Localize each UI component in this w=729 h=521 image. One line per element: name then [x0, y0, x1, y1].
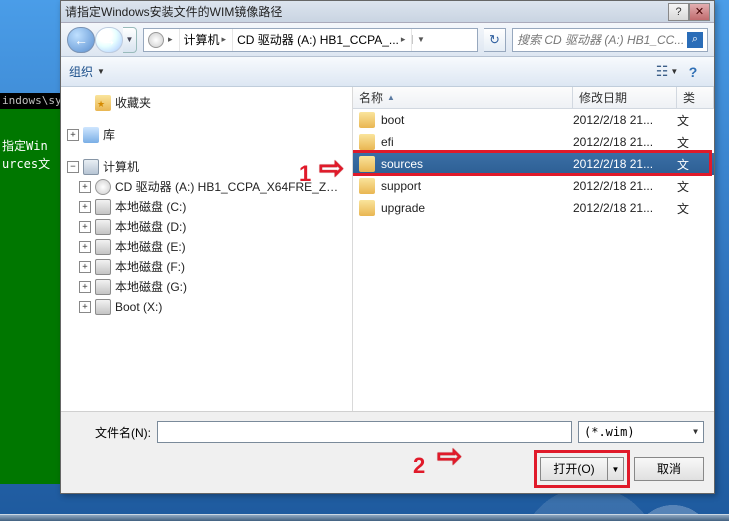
- expand-computer[interactable]: −: [67, 161, 79, 173]
- bg-installer-window: 指定Win urces文: [0, 109, 60, 484]
- expand-cd[interactable]: +: [79, 181, 91, 193]
- open-button-drop[interactable]: ▼: [608, 457, 624, 481]
- titlebar[interactable]: 请指定Windows安装文件的WIM镜像路径 ? ✕: [61, 1, 714, 23]
- expand-g[interactable]: +: [79, 281, 91, 293]
- help-icon-button[interactable]: ?: [680, 61, 706, 83]
- view-icon: ☷: [656, 63, 669, 80]
- bottom-panel: 文件名(N): (*.wim)▼ 打开(O) ▼ 取消: [61, 411, 714, 493]
- expand-x[interactable]: +: [79, 301, 91, 313]
- expand-library[interactable]: +: [67, 129, 79, 141]
- folder-icon: [359, 156, 375, 172]
- col-name[interactable]: 名称▲: [353, 87, 573, 108]
- nav-toolbar: ← → ▼ ▸ 计算机▸ CD 驱动器 (A:) HB1_CCPA_...▸ ▼…: [61, 23, 714, 57]
- column-headers[interactable]: 名称▲ 修改日期 类: [353, 87, 714, 109]
- library-icon: [83, 127, 99, 143]
- address-drop[interactable]: ▼: [412, 35, 428, 44]
- expand-d[interactable]: +: [79, 221, 91, 233]
- tree-disk-g[interactable]: + 本地磁盘 (G:): [67, 277, 346, 297]
- organize-toolbar: 组织▼ ☷▼ ?: [61, 57, 714, 87]
- open-button[interactable]: 打开(O): [540, 457, 608, 481]
- address-bar[interactable]: ▸ 计算机▸ CD 驱动器 (A:) HB1_CCPA_...▸ ▼: [143, 28, 478, 52]
- folder-icon: [359, 178, 375, 194]
- col-date[interactable]: 修改日期: [573, 87, 677, 108]
- file-row-boot[interactable]: boot 2012/2/18 21... 文: [353, 109, 714, 131]
- taskbar[interactable]: [0, 514, 729, 521]
- search-placeholder: 搜索 CD 驱动器 (A:) HB1_CC...: [517, 31, 687, 48]
- filename-input[interactable]: [157, 421, 572, 443]
- tree-disk-e[interactable]: + 本地磁盘 (E:): [67, 237, 346, 257]
- search-input[interactable]: 搜索 CD 驱动器 (A:) HB1_CC... ⌕: [512, 28, 708, 52]
- computer-icon: [83, 159, 99, 175]
- tree-library[interactable]: + 库: [67, 125, 346, 145]
- favorites-icon: [95, 95, 111, 111]
- sort-asc-icon: ▲: [387, 93, 395, 102]
- drive-icon-g: [95, 279, 111, 295]
- expand-f[interactable]: +: [79, 261, 91, 273]
- folder-icon: [359, 134, 375, 150]
- file-open-dialog: 请指定Windows安装文件的WIM镜像路径 ? ✕ ← → ▼ ▸ 计算机▸ …: [60, 0, 715, 494]
- cancel-button[interactable]: 取消: [634, 457, 704, 481]
- expand-e[interactable]: +: [79, 241, 91, 253]
- nav-back-button[interactable]: ←: [67, 27, 95, 53]
- refresh-button[interactable]: ↻: [484, 28, 506, 52]
- col-type[interactable]: 类: [677, 87, 714, 108]
- tree-disk-d[interactable]: + 本地磁盘 (D:): [67, 217, 346, 237]
- organize-menu[interactable]: 组织▼: [69, 63, 105, 80]
- tree-favorites[interactable]: 收藏夹: [67, 93, 346, 113]
- tree-disk-f[interactable]: + 本地磁盘 (F:): [67, 257, 346, 277]
- help-button[interactable]: ?: [668, 3, 689, 21]
- drive-icon-f: [95, 259, 111, 275]
- file-row-efi[interactable]: efi 2012/2/18 21... 文: [353, 131, 714, 153]
- tree-computer[interactable]: − 计算机: [67, 157, 346, 177]
- drive-icon-d: [95, 219, 111, 235]
- nav-history-drop[interactable]: ▼: [123, 27, 137, 53]
- view-mode-button[interactable]: ☷▼: [654, 61, 680, 83]
- filetype-dropdown[interactable]: (*.wim)▼: [578, 421, 704, 443]
- breadcrumb-drive[interactable]: CD 驱动器 (A:) HB1_CCPA_...▸: [233, 29, 412, 51]
- filename-label: 文件名(N):: [71, 424, 151, 441]
- bg-line1: 指定Win: [2, 137, 58, 155]
- expand-c[interactable]: +: [79, 201, 91, 213]
- tree-boot-x[interactable]: + Boot (X:): [67, 297, 346, 317]
- file-rows[interactable]: boot 2012/2/18 21... 文 efi 2012/2/18 21.…: [353, 109, 714, 411]
- folder-icon: [359, 200, 375, 216]
- tree-cd-drive[interactable]: + CD 驱动器 (A:) HB1_CCPA_X64FRE_ZH-CN_D\: [67, 177, 346, 197]
- file-list-pane: 名称▲ 修改日期 类 boot 2012/2/18 21... 文 efi 20…: [353, 87, 714, 411]
- close-button[interactable]: ✕: [689, 3, 710, 21]
- file-row-support[interactable]: support 2012/2/18 21... 文: [353, 175, 714, 197]
- tree-disk-c[interactable]: + 本地磁盘 (C:): [67, 197, 346, 217]
- drive-icon-x: [95, 299, 111, 315]
- drive-icon-e: [95, 239, 111, 255]
- dialog-title: 请指定Windows安装文件的WIM镜像路径: [65, 3, 668, 20]
- file-row-sources[interactable]: sources 2012/2/18 21... 文: [353, 153, 714, 175]
- help-icon: ?: [689, 64, 698, 80]
- breadcrumb-computer[interactable]: 计算机▸: [180, 29, 234, 51]
- drive-icon-c: [95, 199, 111, 215]
- search-icon[interactable]: ⌕: [687, 32, 703, 48]
- file-row-upgrade[interactable]: upgrade 2012/2/18 21... 文: [353, 197, 714, 219]
- bg-cmd-titlebar: indows\sy: [0, 93, 60, 109]
- nav-forward-button[interactable]: →: [95, 27, 123, 53]
- cd-icon: [95, 179, 111, 195]
- navigation-tree[interactable]: 收藏夹 + 库 − 计算机 + CD 驱动器 (A: [61, 87, 353, 411]
- bg-line2: urces文: [2, 155, 58, 173]
- drive-icon: [148, 32, 164, 48]
- folder-icon: [359, 112, 375, 128]
